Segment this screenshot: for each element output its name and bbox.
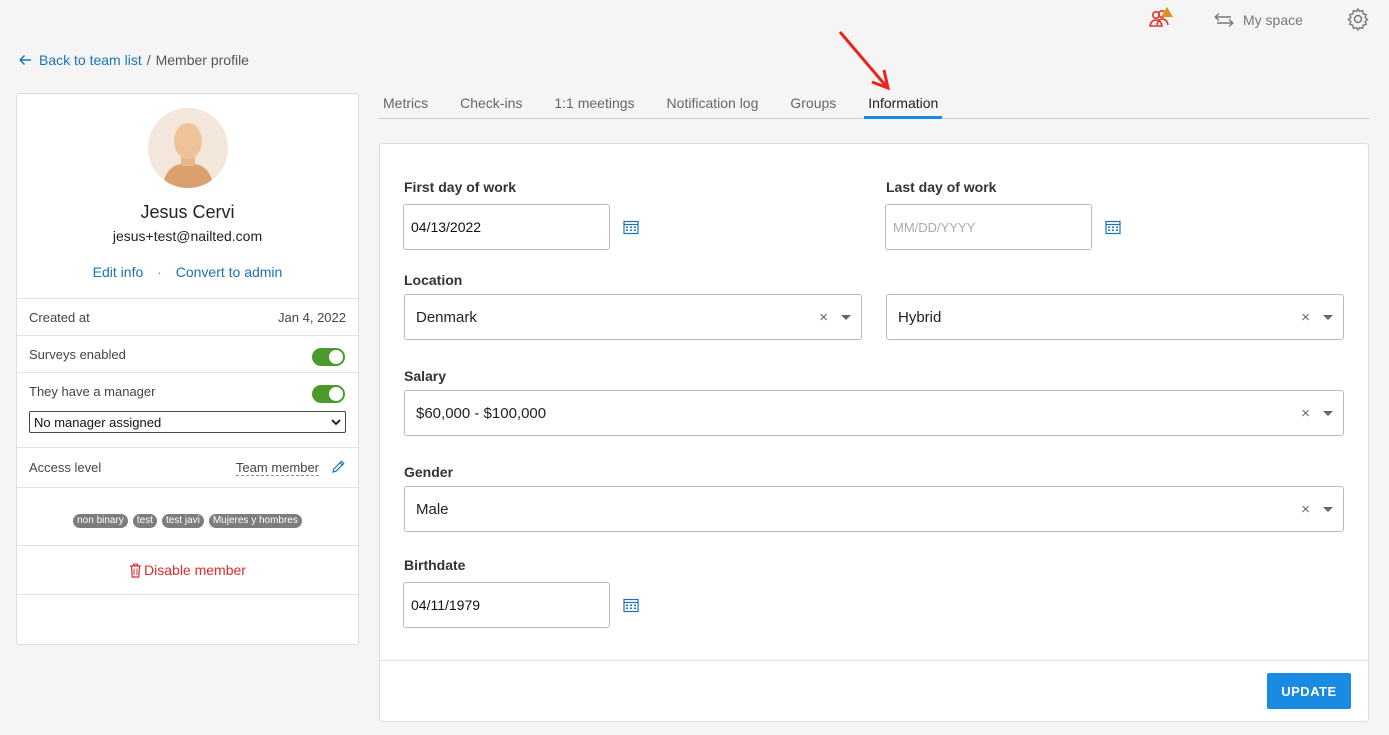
profile-actions: Edit info · Convert to admin bbox=[17, 264, 358, 280]
last-day-input[interactable]: MM/DD/YYYY bbox=[885, 204, 1092, 250]
calendar-icon[interactable] bbox=[1105, 219, 1121, 235]
chevron-down-icon bbox=[331, 419, 341, 426]
manager-select[interactable]: No manager assigned bbox=[29, 411, 346, 433]
first-day-label: First day of work bbox=[404, 179, 517, 195]
breadcrumb-separator: / bbox=[146, 52, 151, 68]
tag-list: non binary test test javi Mujeres y homb… bbox=[17, 514, 358, 528]
location-label: Location bbox=[404, 272, 463, 288]
member-name: Jesus Cervi bbox=[140, 202, 235, 222]
tag: Mujeres y hombres bbox=[208, 514, 302, 528]
surveys-toggle[interactable] bbox=[312, 348, 345, 366]
last-day-label: Last day of work bbox=[886, 179, 997, 195]
salary-label: Salary bbox=[404, 368, 447, 384]
my-space-label: My space bbox=[1243, 12, 1303, 28]
caret-down-icon[interactable] bbox=[1323, 411, 1333, 416]
member-profile-card: Jesus Cervi jesus+test@nailted.com Edit … bbox=[16, 93, 359, 645]
pencil-icon[interactable] bbox=[330, 459, 346, 475]
birthdate-input[interactable]: 04/11/1979 bbox=[403, 582, 610, 628]
convert-to-admin-link[interactable]: Convert to admin bbox=[176, 264, 283, 280]
annotation-arrow-icon bbox=[838, 31, 891, 91]
edit-info-link[interactable]: Edit info bbox=[93, 264, 144, 280]
team-alert-icon[interactable] bbox=[1148, 6, 1174, 32]
avatar-placeholder-icon bbox=[148, 108, 228, 188]
access-level-value[interactable]: Team member bbox=[235, 460, 319, 476]
profile-tabs: Metrics Check-ins 1:1 meetings Notificat… bbox=[379, 88, 1369, 119]
calendar-icon[interactable] bbox=[623, 219, 639, 235]
created-at-row: Created at Jan 4, 2022 bbox=[17, 298, 358, 335]
information-form: First day of work 04/13/2022 Last day of… bbox=[379, 143, 1369, 722]
disable-member-label: Disable member bbox=[144, 562, 246, 578]
tag: non binary bbox=[73, 514, 128, 528]
access-level-row: Access level Team member bbox=[17, 447, 358, 487]
disable-member-button[interactable]: Disable member bbox=[17, 562, 358, 578]
top-bar: My space bbox=[0, 0, 1389, 40]
tab-metrics[interactable]: Metrics bbox=[379, 88, 432, 119]
birthdate-label: Birthdate bbox=[404, 557, 466, 573]
gender-select[interactable]: Male × bbox=[404, 486, 1344, 532]
tab-information[interactable]: Information bbox=[864, 88, 943, 119]
arrow-left-icon bbox=[19, 55, 31, 65]
tags-row: non binary test test javi Mujeres y homb… bbox=[17, 487, 358, 545]
clear-icon[interactable]: × bbox=[1301, 309, 1310, 326]
first-day-input[interactable]: 04/13/2022 bbox=[403, 204, 610, 250]
update-button[interactable]: UPDATE bbox=[1267, 673, 1351, 709]
tag: test bbox=[132, 514, 157, 528]
salary-select[interactable]: $60,000 - $100,000 × bbox=[404, 390, 1344, 436]
breadcrumb-current: Member profile bbox=[155, 52, 249, 68]
tab-groups[interactable]: Groups bbox=[786, 88, 840, 119]
manager-row: They have a manager No manager assigned bbox=[17, 372, 358, 447]
caret-down-icon[interactable] bbox=[1323, 507, 1333, 512]
location-value: Denmark bbox=[416, 308, 477, 326]
member-email: jesus+test@nailted.com bbox=[112, 228, 263, 244]
back-label: Back to team list bbox=[39, 52, 142, 68]
my-space-link[interactable]: My space bbox=[1213, 9, 1303, 31]
caret-down-icon[interactable] bbox=[841, 315, 851, 320]
tab-check-ins[interactable]: Check-ins bbox=[456, 88, 526, 119]
clear-icon[interactable]: × bbox=[1301, 501, 1310, 518]
manager-label: They have a manager bbox=[29, 384, 156, 399]
calendar-icon[interactable] bbox=[623, 597, 639, 613]
caret-down-icon[interactable] bbox=[1323, 315, 1333, 320]
created-at-label: Created at bbox=[29, 310, 90, 325]
clear-icon[interactable]: × bbox=[819, 309, 828, 326]
created-at-value: Jan 4, 2022 bbox=[278, 310, 346, 325]
gear-icon[interactable] bbox=[1346, 7, 1370, 31]
location-select[interactable]: Denmark × bbox=[404, 294, 862, 340]
tab-notification-log[interactable]: Notification log bbox=[663, 88, 763, 119]
access-level-label: Access level bbox=[29, 460, 102, 475]
trash-icon bbox=[130, 563, 142, 578]
work-mode-value: Hybrid bbox=[898, 308, 942, 326]
work-mode-select[interactable]: Hybrid × bbox=[886, 294, 1344, 340]
clear-icon[interactable]: × bbox=[1301, 405, 1310, 422]
switch-arrows-icon bbox=[1214, 12, 1234, 28]
surveys-label: Surveys enabled bbox=[29, 347, 126, 362]
gender-label: Gender bbox=[404, 464, 454, 480]
actions-separator: · bbox=[157, 264, 162, 280]
salary-value: $60,000 - $100,000 bbox=[416, 404, 547, 422]
tag: test javi bbox=[161, 514, 204, 528]
back-to-team-link[interactable]: Back to team list bbox=[18, 52, 142, 68]
card-footer bbox=[17, 594, 358, 644]
manager-select-value: No manager assigned bbox=[34, 414, 162, 430]
manager-toggle[interactable] bbox=[312, 385, 345, 403]
avatar bbox=[148, 108, 228, 188]
gender-value: Male bbox=[416, 500, 449, 518]
form-footer: UPDATE bbox=[380, 660, 1368, 709]
tab-one-on-one-meetings[interactable]: 1:1 meetings bbox=[550, 88, 638, 119]
disable-row: Disable member bbox=[17, 545, 358, 594]
surveys-row: Surveys enabled bbox=[17, 335, 358, 372]
breadcrumb: Back to team list / Member profile bbox=[18, 52, 249, 68]
